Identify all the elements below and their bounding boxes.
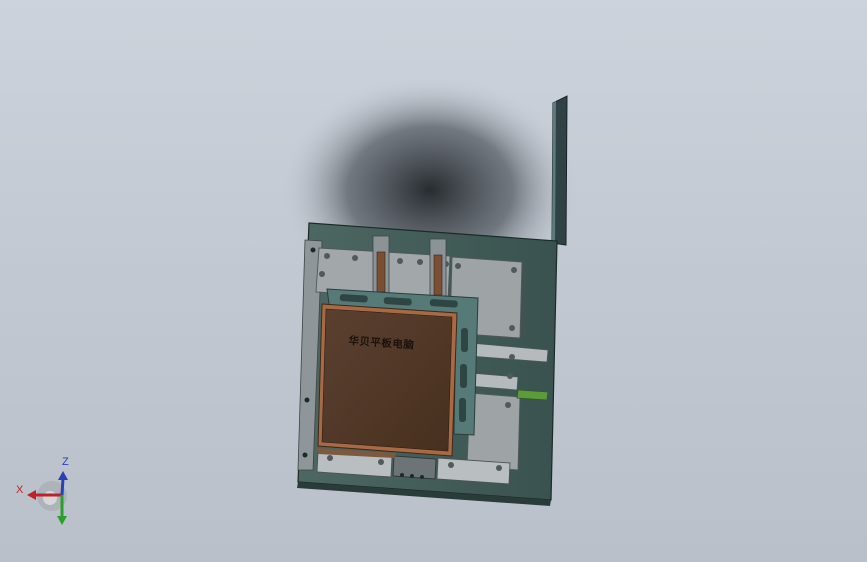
- bolt-hole: [455, 263, 461, 269]
- bottom-clamp-right[interactable]: [436, 457, 511, 485]
- bolt-hole: [505, 402, 511, 408]
- bolt-hole: [507, 373, 513, 379]
- bolt-hole: [397, 258, 403, 264]
- bolt-hole: [319, 271, 325, 277]
- bolt-hole: [448, 462, 454, 468]
- bolt-hole: [302, 452, 308, 458]
- orientation-triad: [27, 471, 68, 525]
- cad-model-view[interactable]: [0, 0, 867, 562]
- bolt-hole: [420, 475, 424, 479]
- graphics-viewport[interactable]: 华贝平板电脑 X Z: [0, 0, 867, 562]
- triad-z-label: Z: [62, 456, 69, 468]
- bolt-hole: [496, 465, 502, 471]
- bracket-slot: [460, 364, 467, 388]
- bolt-hole: [304, 397, 310, 403]
- bolt-hole: [324, 253, 330, 259]
- triad-base-sphere-core: [43, 491, 57, 505]
- bottom-clamp-center[interactable]: [392, 455, 437, 480]
- bolt-hole: [310, 247, 316, 253]
- bolt-hole: [417, 259, 423, 265]
- bolt-hole: [378, 459, 384, 465]
- bolt-hole: [509, 325, 515, 331]
- bolt-hole: [509, 354, 515, 360]
- tablet-screen: [321, 308, 453, 452]
- bolt-hole: [511, 267, 517, 273]
- green-rail: [516, 389, 549, 401]
- bracket-slot: [459, 398, 466, 422]
- bolt-hole: [410, 474, 414, 478]
- bracket-slot: [461, 328, 468, 352]
- triad-x-label: X: [16, 484, 24, 496]
- bolt-hole: [352, 255, 358, 261]
- bolt-hole: [400, 473, 404, 477]
- clamp-slot-left-inner: [376, 251, 386, 293]
- clamp-slot-right-inner: [433, 254, 443, 296]
- bolt-hole: [327, 455, 333, 461]
